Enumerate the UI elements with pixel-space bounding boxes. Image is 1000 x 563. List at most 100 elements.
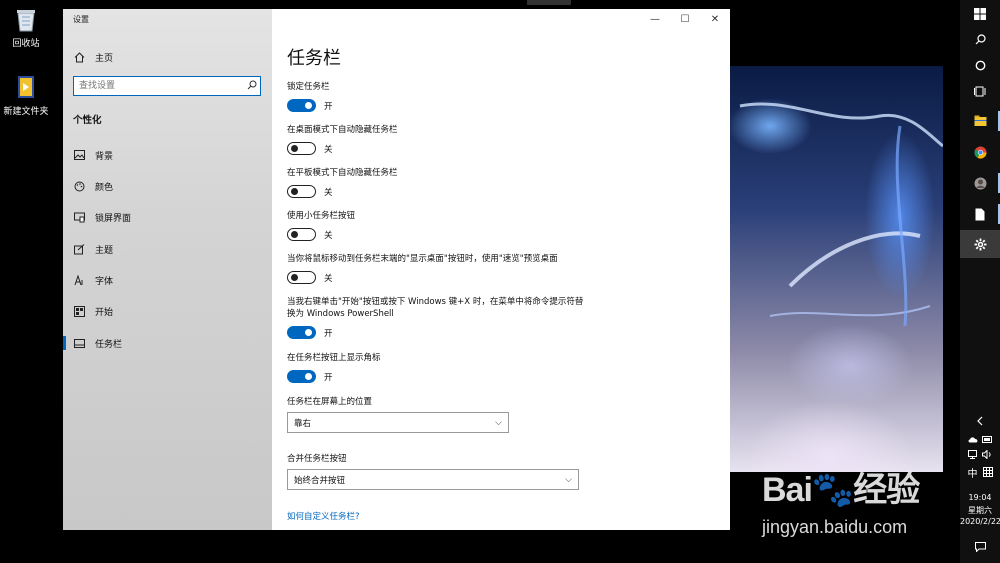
sidebar-item-start[interactable]: 开始 xyxy=(63,299,272,323)
toggle-switch[interactable] xyxy=(287,326,316,339)
top-window-indicator xyxy=(527,0,571,5)
setting-label: 任务栏在屏幕上的位置 xyxy=(287,397,373,407)
desktop-icon-recycle-bin[interactable]: 回收站 xyxy=(0,5,52,49)
minimize-button[interactable]: — xyxy=(640,9,670,29)
search-input[interactable] xyxy=(74,78,244,94)
tray-cloud-battery[interactable] xyxy=(960,431,1000,447)
theme-icon xyxy=(73,243,85,255)
settings-window: 设置 主页 个性化 背景 颜色 xyxy=(63,9,730,530)
desktop-icon-label: 回收站 xyxy=(12,39,40,49)
sidebar-item-themes[interactable]: 主题 xyxy=(63,237,272,261)
keyboard-grid-icon xyxy=(982,467,993,477)
setting-position-label: 任务栏在屏幕上的位置 xyxy=(287,396,717,408)
taskbar-user-app[interactable] xyxy=(960,169,1000,197)
toggle-state: 关 xyxy=(324,273,333,284)
onedrive-icon xyxy=(968,436,977,442)
avatar-icon xyxy=(974,177,986,189)
setting-badges: 在任务栏按钮上显示角标 开 xyxy=(287,352,717,383)
combine-select[interactable]: 始终合并按钮 ⌵ xyxy=(287,469,579,490)
baidu-watermark: Bai🐾经验 jingyan.baidu.com xyxy=(762,462,952,552)
toggle-switch[interactable] xyxy=(287,99,316,112)
setting-peek-desktop: 当你将鼠标移动到任务栏末端的"显示桌面"按钮时，使用"速览"预览桌面 关 xyxy=(287,253,717,284)
chevron-left-icon xyxy=(977,416,983,426)
setting-label: 使用小任务栏按钮 xyxy=(287,211,356,221)
toggle-state: 开 xyxy=(324,101,333,112)
task-view-button[interactable] xyxy=(960,77,1000,105)
folder-icon xyxy=(974,115,986,126)
watermark-url: jingyan.baidu.com xyxy=(762,517,908,537)
toggle-state: 关 xyxy=(324,187,333,198)
setting-label: 当你将鼠标移动到任务栏末端的"显示桌面"按钮时，使用"速览"预览桌面 xyxy=(287,254,558,264)
cortana-icon xyxy=(975,60,985,70)
tray-ime[interactable]: 中 xyxy=(960,462,1000,482)
chevron-down-icon: ⌵ xyxy=(565,474,572,485)
setting-label: 锁定任务栏 xyxy=(287,82,330,92)
sidebar-item-taskbar[interactable]: 任务栏 xyxy=(63,331,272,355)
recycle-bin-icon xyxy=(13,5,39,33)
setting-small-buttons: 使用小任务栏按钮 关 xyxy=(287,210,717,241)
tray-network-volume[interactable] xyxy=(960,446,1000,462)
taskbar-icon xyxy=(73,337,85,349)
setting-lock-taskbar: 锁定任务栏 开 xyxy=(287,81,717,112)
show-hidden-icons-button[interactable] xyxy=(960,410,1000,432)
clock-weekday[interactable]: 星期六 xyxy=(960,505,1000,516)
chrome-icon xyxy=(973,146,986,159)
sidebar-item-label: 背景 xyxy=(95,151,114,162)
setting-label: 在平板模式下自动隐藏任务栏 xyxy=(287,168,398,178)
setting-label: 合并任务栏按钮 xyxy=(287,454,347,464)
toggle-state: 关 xyxy=(324,144,333,155)
palette-icon xyxy=(73,180,85,192)
setting-powershell: 当我右键单击"开始"按钮或按下 Windows 键+X 时，在菜单中将命令提示符… xyxy=(287,296,587,339)
search-icon[interactable] xyxy=(244,80,260,93)
sidebar-item-label: 开始 xyxy=(95,307,114,318)
toggle-switch[interactable] xyxy=(287,370,316,383)
position-select[interactable]: 靠右 ⌵ xyxy=(287,412,509,433)
toggle-switch[interactable] xyxy=(287,142,316,155)
nav-home-label: 主页 xyxy=(95,53,114,64)
setting-label: 在任务栏按钮上显示角标 xyxy=(287,353,381,363)
setting-autohide-desktop: 在桌面模式下自动隐藏任务栏 关 xyxy=(287,124,717,155)
help-link[interactable]: 如何自定义任务栏? xyxy=(287,510,360,522)
toggle-switch[interactable] xyxy=(287,271,316,284)
action-center-button[interactable] xyxy=(960,533,1000,561)
sidebar-item-background[interactable]: 背景 xyxy=(63,143,272,167)
setting-label: 当我右键单击"开始"按钮或按下 Windows 键+X 时，在菜单中将命令提示符… xyxy=(287,297,584,319)
notification-icon xyxy=(974,542,986,552)
taskbar-settings[interactable] xyxy=(960,230,1000,258)
app-title: 设置 xyxy=(73,15,89,24)
ime-indicator: 中 xyxy=(967,468,978,480)
taskbar-file-explorer[interactable] xyxy=(960,107,1000,135)
desktop-wallpaper xyxy=(730,66,943,472)
close-button[interactable]: ✕ xyxy=(700,9,730,29)
lock-screen-icon xyxy=(73,211,85,223)
taskbar-document[interactable] xyxy=(960,200,1000,228)
setting-combine-label: 合并任务栏按钮 xyxy=(287,453,717,465)
desktop-icon-new-folder[interactable]: 新建文件夹 xyxy=(0,73,52,117)
volume-icon xyxy=(982,449,991,459)
toggle-switch[interactable] xyxy=(287,185,316,198)
search-box xyxy=(73,76,261,96)
window-controls: — ☐ ✕ xyxy=(640,9,730,29)
select-value: 靠右 xyxy=(294,418,312,429)
sidebar-item-label: 锁屏界面 xyxy=(95,213,132,224)
battery-icon xyxy=(981,435,992,443)
search-button[interactable] xyxy=(960,25,1000,53)
network-icon xyxy=(968,449,977,459)
clock-date[interactable]: 2020/2/22 xyxy=(960,517,1000,526)
toggle-switch[interactable] xyxy=(287,228,316,241)
sidebar-item-lock-screen[interactable]: 锁屏界面 xyxy=(63,205,272,229)
toggle-state: 开 xyxy=(324,328,333,339)
watermark-logo: Bai🐾经验 xyxy=(762,471,920,509)
gear-icon xyxy=(974,238,986,250)
setting-label: 在桌面模式下自动隐藏任务栏 xyxy=(287,125,398,135)
setting-autohide-tablet: 在平板模式下自动隐藏任务栏 关 xyxy=(287,167,717,198)
desktop-icon-label: 新建文件夹 xyxy=(3,107,49,117)
taskbar-chrome[interactable] xyxy=(960,138,1000,166)
nav-home[interactable]: 主页 xyxy=(63,45,272,69)
start-button[interactable] xyxy=(960,0,1000,28)
cortana-button[interactable] xyxy=(960,51,1000,79)
sidebar-item-fonts[interactable]: 字体 xyxy=(63,268,272,292)
clock-time[interactable]: 19:04 xyxy=(960,493,1000,502)
sidebar-item-colors[interactable]: 颜色 xyxy=(63,174,272,198)
maximize-button[interactable]: ☐ xyxy=(670,9,700,29)
